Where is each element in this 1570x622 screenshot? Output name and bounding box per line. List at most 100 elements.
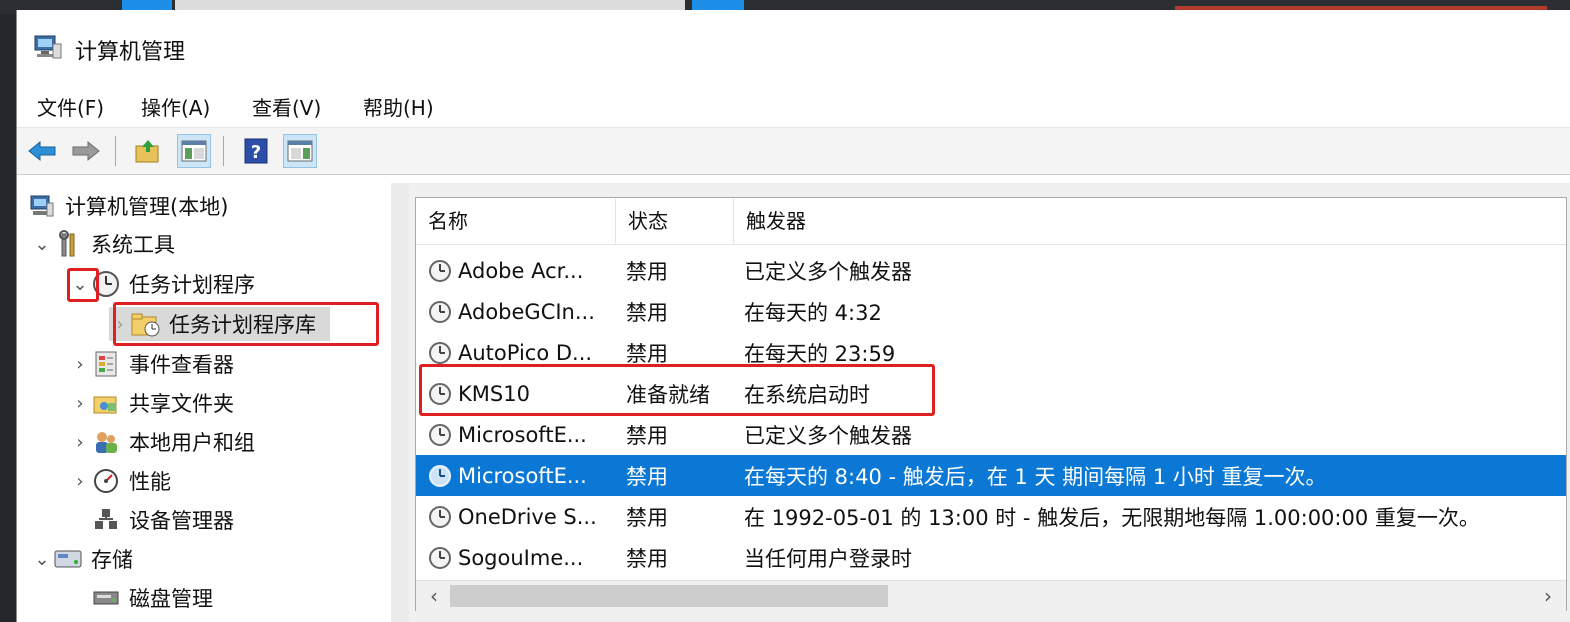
- forward-icon: [72, 140, 100, 162]
- task-status: 禁用: [626, 259, 668, 284]
- task-trigger: 已定义多个触发器: [744, 423, 912, 448]
- computer-management-icon: [27, 192, 57, 220]
- table-row[interactable]: OneDrive S... 禁用 在 1992-05-01 的 13:00 时 …: [416, 496, 1566, 537]
- svg-text:?: ?: [251, 142, 261, 163]
- task-clock-icon: [429, 546, 451, 569]
- task-name: Adobe Acr...: [458, 258, 584, 283]
- task-trigger: 在每天的 8:40 - 触发后，在 1 天 期间每隔 1 小时 重复一次。: [744, 464, 1327, 489]
- shared-folder-icon: [91, 389, 121, 417]
- table-row[interactable]: AdobeGCIn... 禁用 在每天的 4:32: [416, 291, 1566, 332]
- menu-file[interactable]: 文件(F): [37, 92, 104, 121]
- scroll-right-icon[interactable]: ›: [1534, 583, 1562, 609]
- chevron-right-icon[interactable]: ›: [69, 393, 91, 414]
- background-tab-accent: [692, 0, 744, 10]
- tree-item-label: 性能: [129, 470, 171, 494]
- tools-icon: [53, 230, 83, 258]
- toolbar: ?: [17, 127, 1570, 175]
- tree-item-system-tools[interactable]: ⌄ 系统工具: [31, 227, 175, 261]
- chevron-down-icon[interactable]: ⌄: [31, 234, 53, 255]
- up-folder-button[interactable]: [131, 134, 165, 168]
- tree-item-task-scheduler-library[interactable]: › 任务计划程序库: [109, 307, 330, 341]
- computer-management-window: 计算机管理 文件(F) 操作(A) 查看(V) 帮助(H) ? 计算机管理(本地…: [16, 10, 1570, 622]
- help-button[interactable]: ?: [239, 134, 273, 168]
- tree-item-shared-folders[interactable]: › 共享文件夹: [69, 386, 234, 420]
- menu-action[interactable]: 操作(A): [141, 92, 210, 121]
- tree-item-event-viewer[interactable]: › 事件查看器: [69, 347, 234, 381]
- users-icon: [91, 428, 121, 456]
- chevron-down-icon[interactable]: ⌄: [31, 549, 53, 570]
- task-trigger: 在每天的 4:32: [744, 300, 882, 325]
- background-tab-accent: [122, 0, 172, 10]
- column-header-name[interactable]: 名称: [416, 198, 616, 244]
- task-clock-icon: [429, 300, 451, 323]
- list-header: 名称 状态 触发器: [416, 198, 1566, 245]
- tree-item-storage[interactable]: ⌄ 存储: [31, 542, 133, 576]
- storage-icon: [53, 545, 83, 573]
- help-icon: ?: [244, 138, 268, 164]
- task-trigger: 已定义多个触发器: [744, 259, 912, 284]
- task-name: SogouIme...: [458, 545, 584, 570]
- table-row-selected[interactable]: MicrosoftE... 禁用 在每天的 8:40 - 触发后，在 1 天 期…: [416, 455, 1566, 496]
- chevron-right-icon[interactable]: ›: [69, 432, 91, 453]
- task-name: AutoPico D...: [458, 340, 593, 365]
- chevron-right-icon[interactable]: ›: [109, 314, 131, 335]
- table-row[interactable]: KMS10 准备就绪 在系统启动时: [416, 373, 1566, 414]
- task-name: KMS10: [458, 381, 530, 406]
- task-name: MicrosoftE...: [458, 463, 587, 488]
- horizontal-scrollbar[interactable]: ‹ ›: [416, 580, 1566, 611]
- task-clock-icon: [429, 505, 451, 528]
- back-icon: [28, 140, 56, 162]
- tree-item-performance[interactable]: › 性能: [69, 464, 171, 498]
- forward-button[interactable]: [69, 134, 103, 168]
- event-viewer-icon: [91, 350, 121, 378]
- table-row[interactable]: MicrosoftE... 禁用 已定义多个触发器: [416, 414, 1566, 455]
- task-status: 禁用: [626, 300, 668, 325]
- task-status: 准备就绪: [626, 382, 710, 407]
- task-list: 名称 状态 触发器 Adobe Acr... 禁用 已定义多个触发器 Adobe…: [415, 197, 1567, 611]
- toolbar-separator: [115, 136, 116, 166]
- menu-view[interactable]: 查看(V): [252, 92, 321, 121]
- task-name: OneDrive S...: [458, 504, 597, 529]
- back-button[interactable]: [25, 134, 59, 168]
- task-trigger: 在系统启动时: [744, 382, 870, 407]
- chevron-right-icon[interactable]: ›: [69, 471, 91, 492]
- table-row[interactable]: AutoPico D... 禁用 在每天的 23:59: [416, 332, 1566, 373]
- tree-item-device-manager[interactable]: 设备管理器: [91, 503, 234, 537]
- tree-item-root[interactable]: 计算机管理(本地): [27, 189, 228, 223]
- table-row[interactable]: Adobe Acr... 禁用 已定义多个触发器: [416, 250, 1566, 291]
- up-folder-icon: [135, 140, 159, 163]
- tree-item-disk-management[interactable]: 磁盘管理: [91, 581, 213, 615]
- task-clock-icon: [429, 423, 451, 446]
- background-tab: [175, 0, 685, 10]
- performance-gauge-icon: [91, 467, 121, 495]
- column-header-status[interactable]: 状态: [616, 198, 734, 244]
- column-header-trigger[interactable]: 触发器: [734, 198, 1566, 244]
- task-clock-icon: [429, 341, 451, 364]
- tree-item-label: 事件查看器: [129, 353, 234, 377]
- show-hide-action-pane-button[interactable]: [283, 134, 317, 168]
- table-row[interactable]: SogouIme... 禁用 当任何用户登录时: [416, 537, 1566, 578]
- scrollbar-thumb[interactable]: [450, 585, 888, 607]
- scroll-left-icon[interactable]: ‹: [420, 583, 448, 609]
- tree-item-local-users-groups[interactable]: › 本地用户和组: [69, 425, 255, 459]
- show-hide-console-tree-icon: [181, 140, 207, 162]
- chevron-down-icon[interactable]: ⌄: [69, 274, 91, 295]
- title-bar: 计算机管理: [17, 10, 1570, 82]
- task-clock-icon: [429, 464, 451, 487]
- folder-clock-icon: [131, 310, 161, 338]
- task-trigger: 在每天的 23:59: [744, 341, 896, 366]
- show-hide-console-tree-button[interactable]: [177, 134, 211, 168]
- task-status: 禁用: [626, 546, 668, 571]
- task-status: 禁用: [626, 505, 668, 530]
- chevron-right-icon[interactable]: ›: [69, 354, 91, 375]
- pane-splitter[interactable]: [391, 183, 409, 622]
- menu-help[interactable]: 帮助(H): [363, 92, 434, 121]
- device-manager-icon: [91, 506, 121, 534]
- tree-item-task-scheduler[interactable]: ⌄ 任务计划程序: [69, 267, 255, 301]
- tree-item-label: 计算机管理(本地): [65, 195, 229, 219]
- task-list-pane: 名称 状态 触发器 Adobe Acr... 禁用 已定义多个触发器 Adobe…: [409, 183, 1570, 622]
- tree-item-label: 系统工具: [91, 233, 175, 257]
- task-clock-icon: [429, 382, 451, 405]
- tree-item-label: 设备管理器: [129, 509, 234, 533]
- tree-item-label: 共享文件夹: [129, 392, 234, 416]
